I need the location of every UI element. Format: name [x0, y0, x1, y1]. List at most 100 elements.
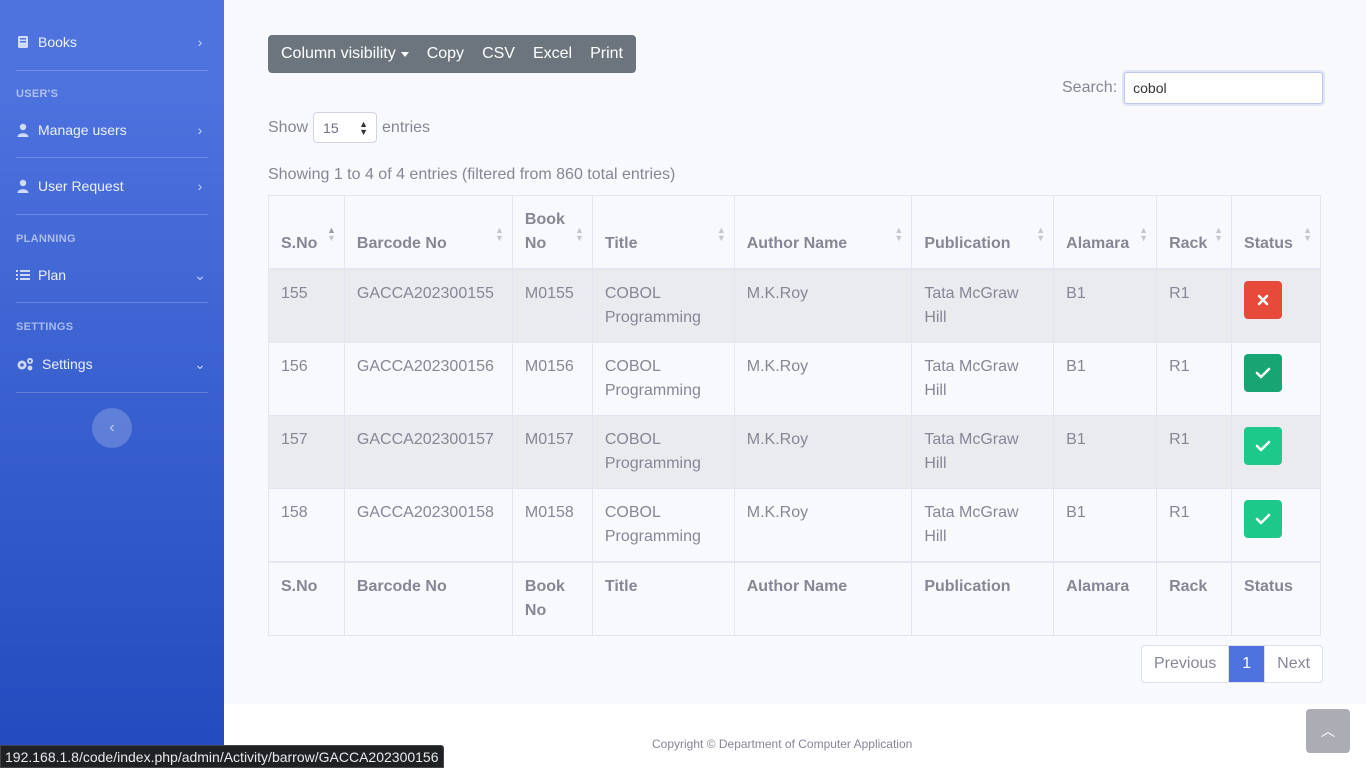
excel-button[interactable]: Excel: [524, 35, 581, 73]
cell-status: [1231, 488, 1321, 563]
csv-button[interactable]: CSV: [473, 35, 524, 73]
chevron-up-icon: ︿: [1321, 723, 1335, 739]
sidebar-toggle-button[interactable]: ‹: [92, 408, 132, 448]
cell-alamara: B1: [1053, 415, 1158, 489]
sort-icon: ▲ ▼: [716, 225, 726, 243]
cell-barcode: GACCA202300158: [343, 488, 513, 563]
sidebar-item-plan[interactable]: Plan ⌄: [0, 255, 224, 295]
cell-rack: R1: [1156, 488, 1233, 563]
column-header-label: Rack: [1169, 235, 1208, 252]
cell-status: [1231, 415, 1321, 489]
chevron-down-icon: ⌄: [194, 266, 206, 283]
entries-select[interactable]: 15 ▲ ▼: [313, 112, 378, 143]
sidebar-item-books[interactable]: Books ›: [0, 22, 224, 62]
next-button[interactable]: Next: [1264, 646, 1322, 682]
sidebar-item-settings[interactable]: Settings ⌄: [0, 344, 224, 384]
cell-sno: 155: [268, 268, 345, 343]
column-header[interactable]: Status ▲ ▼: [1231, 195, 1321, 270]
cell-publication: Tata McGraw Hill: [911, 268, 1055, 343]
table-row: 158 GACCA202300158 M0158 COBOL Programming M…: [268, 488, 1321, 563]
book-icon: [16, 35, 30, 49]
sort-icon: ▲ ▼: [1303, 225, 1312, 243]
user-icon: [16, 179, 30, 193]
list-icon: [16, 268, 30, 282]
cell-author: M.K.Roy: [733, 415, 913, 489]
times-icon: [1257, 288, 1269, 312]
cell-book-no: M0157: [511, 415, 593, 489]
entries-length: Show 15 ▲ ▼ entries: [268, 112, 430, 143]
cell-title: COBOL Programming: [591, 268, 735, 343]
column-footer: Book No: [511, 561, 593, 636]
column-footer: Status: [1231, 561, 1321, 636]
sort-icon: ▲ ▼: [894, 225, 904, 243]
status-unavailable-button[interactable]: [1244, 281, 1283, 319]
column-footer: S.No: [268, 561, 345, 636]
column-header[interactable]: Book No ▲ ▼: [511, 195, 593, 270]
column-header-label: Author Name: [746, 235, 848, 252]
column-visibility-label: Column visibility: [281, 45, 396, 62]
cell-book-no: M0156: [511, 342, 593, 416]
cell-title: COBOL Programming: [591, 415, 735, 489]
column-header[interactable]: Title ▲ ▼: [591, 195, 735, 270]
sidebar-divider: [16, 214, 208, 215]
cell-barcode: GACCA202300157: [343, 415, 513, 489]
cell-alamara: B1: [1053, 488, 1158, 563]
sidebar-item-user-request[interactable]: User Request ›: [0, 166, 224, 206]
cell-author: M.K.Roy: [733, 342, 913, 416]
cell-publication: Tata McGraw Hill: [911, 415, 1055, 489]
column-visibility-button[interactable]: Column visibility: [272, 35, 418, 73]
search-input[interactable]: [1124, 72, 1324, 104]
column-header[interactable]: S.No ▲ ▼: [268, 195, 345, 270]
table-info: Showing 1 to 4 of 4 entries (filtered fr…: [268, 166, 676, 183]
column-header[interactable]: Publication ▲ ▼: [911, 195, 1055, 270]
cell-barcode: GACCA202300156: [343, 342, 513, 416]
cell-author: M.K.Roy: [733, 268, 913, 343]
books-table: S.No ▲ ▼ Barcode No ▲ ▼ Book No ▲ ▼ Title ▲ ▼ Author…: [268, 195, 1321, 636]
sort-icon: ▲ ▼: [494, 225, 504, 243]
caret-down-icon: [400, 51, 409, 57]
sidebar-item-manage-users[interactable]: Manage users ›: [0, 110, 224, 150]
cell-sno: 158: [268, 488, 345, 563]
column-footer: Title: [591, 561, 735, 636]
cell-book-no: M0155: [511, 268, 593, 343]
column-header[interactable]: Author Name ▲ ▼: [733, 195, 913, 270]
cell-barcode: GACCA202300155: [343, 268, 513, 343]
column-header[interactable]: Barcode No ▲ ▼: [343, 195, 513, 270]
column-footer: Publication: [911, 561, 1055, 636]
cell-publication: Tata McGraw Hill: [911, 488, 1055, 563]
sort-icon: ▲ ▼: [574, 225, 584, 243]
page-1-button[interactable]: 1: [1228, 646, 1265, 682]
scroll-to-top-button[interactable]: ︿: [1306, 709, 1350, 753]
table-row: 155 GACCA202300155 M0155 COBOL Programming M…: [268, 268, 1321, 343]
column-header[interactable]: Alamara ▲ ▼: [1053, 195, 1158, 270]
sidebar-heading-planning: PLANNING: [16, 233, 76, 245]
chevron-down-icon: ⌄: [194, 355, 206, 372]
cell-publication: Tata McGraw Hill: [911, 342, 1055, 416]
status-available-button[interactable]: [1244, 354, 1283, 392]
browser-status-url: 192.168.1.8/code/index.php/admin/Activit…: [0, 745, 444, 768]
sidebar-divider: [16, 157, 208, 158]
chevron-right-icon: ›: [197, 178, 203, 194]
status-available-button[interactable]: [1244, 427, 1283, 465]
sort-icon: ▲ ▼: [1214, 225, 1224, 243]
copy-button[interactable]: Copy: [418, 35, 473, 73]
table-header-row: S.No ▲ ▼ Barcode No ▲ ▼ Book No ▲ ▼ Title ▲ ▼ Author…: [268, 195, 1321, 270]
gears-icon: [16, 357, 34, 371]
column-header-label: Barcode No: [356, 235, 447, 252]
status-available-button[interactable]: [1244, 500, 1283, 538]
export-button-group: Column visibility Copy CSV Excel Print: [268, 35, 636, 73]
sort-icon: ▲ ▼: [327, 225, 336, 243]
column-header-label: S.No: [281, 235, 318, 252]
search-filter: Search:: [1062, 72, 1324, 104]
column-header[interactable]: Rack ▲ ▼: [1156, 195, 1233, 270]
sidebar-item-label: Plan: [38, 267, 67, 283]
select-arrows-icon: ▲ ▼: [359, 118, 369, 137]
table-row: 157 GACCA202300157 M0157 COBOL Programming M…: [268, 415, 1321, 489]
column-footer: Author Name: [733, 561, 913, 636]
table-footer-row: S.No Barcode No Book No Title Author Name Pub…: [268, 561, 1321, 636]
column-footer: Alamara: [1053, 561, 1158, 636]
previous-button[interactable]: Previous: [1142, 646, 1228, 682]
print-button[interactable]: Print: [581, 35, 632, 73]
cell-alamara: B1: [1053, 342, 1158, 416]
chevron-right-icon: ›: [197, 122, 203, 138]
